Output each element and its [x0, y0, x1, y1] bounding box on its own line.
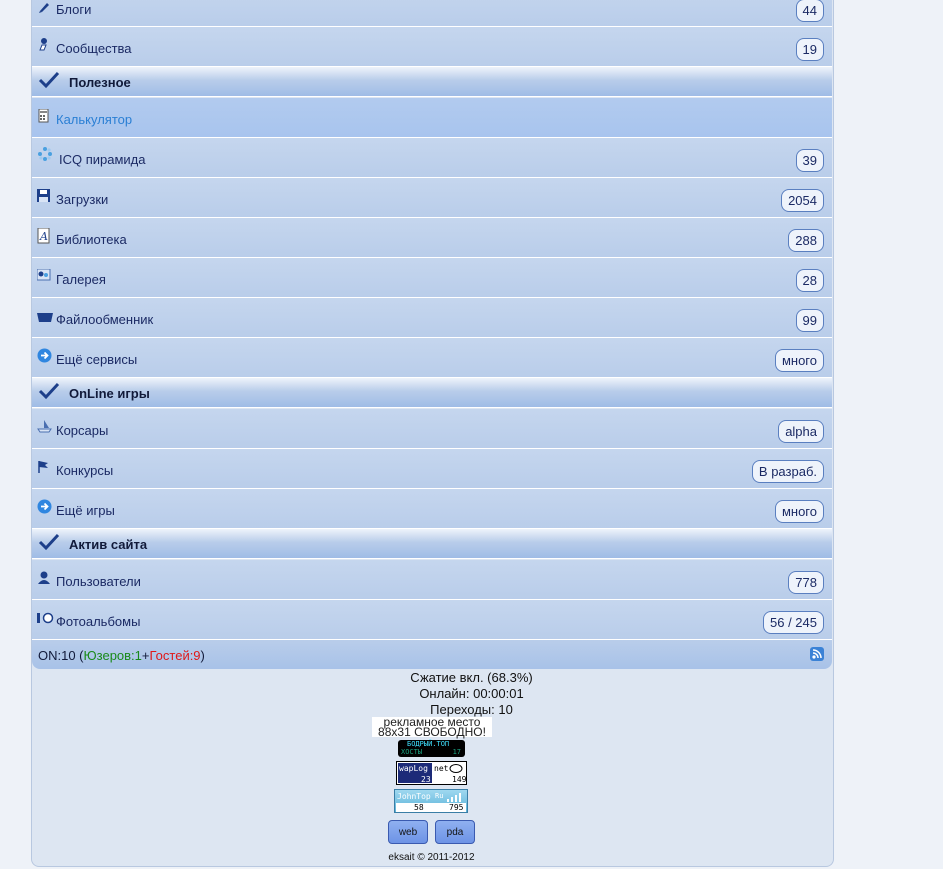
menu-item-file-exchange[interactable]: Файлообменник 99 — [32, 298, 832, 338]
online-guests: Гостей:9 — [149, 648, 201, 663]
tray-icon — [37, 311, 53, 325]
arrow-circle-icon — [37, 348, 52, 363]
count-badge: 28 — [795, 269, 824, 292]
online-suffix: ) — [200, 648, 205, 663]
menu-label: Ещё сервисы — [56, 352, 138, 367]
menu-item-blogs[interactable]: Блоги 44 — [32, 0, 832, 27]
ship-icon — [37, 419, 52, 433]
counter-a: 58 — [414, 803, 424, 812]
menu-item-library[interactable]: A Библиотека 288 — [32, 218, 832, 258]
floppy-icon — [37, 189, 51, 203]
waplog-logo-icon — [449, 764, 463, 773]
counter-a: 23 — [421, 775, 431, 784]
rss-icon[interactable] — [810, 647, 824, 661]
menu-label: Конкурсы — [56, 463, 114, 478]
svg-text:A: A — [39, 230, 48, 243]
ad-banner[interactable]: рекламное место 88x31 СВОБОДНО! — [372, 716, 492, 739]
count-badge: много — [774, 500, 824, 523]
counter-title: БОДРЫЙ.ТОП — [407, 740, 450, 748]
counter-brand: JohnTop — [397, 792, 431, 801]
bars-icon — [447, 793, 461, 802]
menu-item-communities[interactable]: Сообщества 19 — [32, 27, 832, 67]
count-badge: много — [774, 349, 824, 372]
count-badge: В разраб. — [751, 460, 824, 483]
menu-label: Библиотека — [56, 232, 127, 247]
count-badge: 19 — [795, 38, 824, 61]
menu-label: Блоги — [56, 2, 92, 17]
counter-b: 795 — [449, 803, 464, 812]
counter-b: 149 — [452, 775, 467, 784]
menu-label: Загрузки — [56, 192, 109, 207]
icq-flower-icon — [37, 146, 52, 161]
count-badge: 288 — [788, 229, 824, 252]
menu-item-more-games[interactable]: Ещё игры много — [32, 489, 832, 529]
menu-item-icq-pyramid[interactable]: ICQ пирамида 39 — [32, 138, 832, 178]
menu-label: Файлообменник — [56, 312, 154, 327]
count-badge: 39 — [795, 149, 824, 172]
menu-item-more-services[interactable]: Ещё сервисы много — [32, 338, 832, 378]
camera-icon — [37, 612, 55, 626]
checkmark-icon — [38, 71, 60, 89]
online-status-bar: ON:10 (Юзеров:1+Гостей:9) — [32, 640, 832, 669]
menu-item-corsairs[interactable]: Корсары alpha — [32, 409, 832, 449]
gallery-icon — [36, 268, 51, 283]
count-badge: 2054 — [781, 189, 824, 212]
menu-label: Калькулятор — [56, 112, 133, 127]
counter-sub: ХОСТЫ — [401, 748, 423, 756]
copyright: eksait © 2011-2012 — [388, 852, 475, 863]
menu-label: Корсары — [56, 423, 109, 438]
counter-johntop[interactable]: JohnTop Ru 58 795 — [394, 789, 468, 813]
counter-waplog[interactable]: wapLog net 23 149 — [396, 761, 467, 785]
compression-status: Сжатие вкл. (68.3%) — [410, 670, 533, 685]
calculator-icon — [37, 108, 51, 123]
counter-bodry-top[interactable]: БОДРЫЙ.ТОП ХОСТЫ 17 — [398, 740, 465, 757]
menu-label: Ещё игры — [56, 503, 115, 518]
menu-item-contests[interactable]: Конкурсы В разраб. — [32, 449, 832, 489]
section-header-useful: Полезное — [32, 67, 832, 97]
online-users: Юзеров:1 — [83, 648, 142, 663]
section-header-activity: Актив сайта — [32, 529, 832, 559]
section-title: OnLine игры — [69, 386, 150, 401]
count-badge: alpha — [778, 420, 824, 443]
online-prefix: ON:10 ( — [38, 648, 84, 663]
checkmark-icon — [38, 533, 60, 551]
menu-item-users[interactable]: Пользователи 778 — [32, 560, 832, 600]
count-badge: 56 / 245 — [763, 611, 824, 634]
community-icon — [37, 37, 51, 51]
menu-label: Фотоальбомы — [56, 614, 141, 629]
menu-item-gallery[interactable]: Галерея 28 — [32, 258, 832, 298]
counter-ru: Ru — [435, 792, 444, 800]
ad-line-2: 88x31 СВОБОДНО! — [378, 725, 486, 739]
menu-label: Галерея — [56, 272, 106, 287]
menu-label: ICQ пирамида — [59, 152, 146, 167]
counter-brand: wapLog — [399, 764, 428, 773]
pda-version-button[interactable]: pda — [435, 820, 475, 844]
count-badge: 99 — [795, 309, 824, 332]
menu-item-photo-albums[interactable]: Фотоальбомы 56 / 245 — [32, 600, 832, 640]
book-icon: A — [37, 227, 51, 244]
count-badge: 778 — [788, 571, 824, 594]
online-plus: + — [141, 648, 150, 663]
pencil-icon — [37, 0, 51, 14]
flag-icon — [37, 460, 51, 474]
menu-label: Пользователи — [56, 574, 141, 589]
checkmark-icon — [38, 382, 60, 400]
count-badge: 44 — [795, 0, 824, 22]
section-header-games: OnLine игры — [32, 378, 832, 408]
menu-item-calculator[interactable]: Калькулятор — [32, 98, 832, 138]
web-version-button[interactable]: web — [388, 820, 428, 844]
arrow-circle-icon — [37, 499, 52, 514]
section-title: Полезное — [69, 75, 131, 90]
online-counter[interactable]: ON:10 (Юзеров:1+Гостей:9) — [38, 648, 205, 663]
menu-label: Сообщества — [56, 41, 132, 56]
online-time: Онлайн: 00:00:01 — [419, 686, 524, 701]
counter-value: 17 — [452, 748, 461, 756]
user-icon — [37, 571, 51, 585]
section-title: Актив сайта — [69, 537, 148, 552]
counter-domain: net — [434, 764, 449, 773]
menu-item-downloads[interactable]: Загрузки 2054 — [32, 178, 832, 218]
